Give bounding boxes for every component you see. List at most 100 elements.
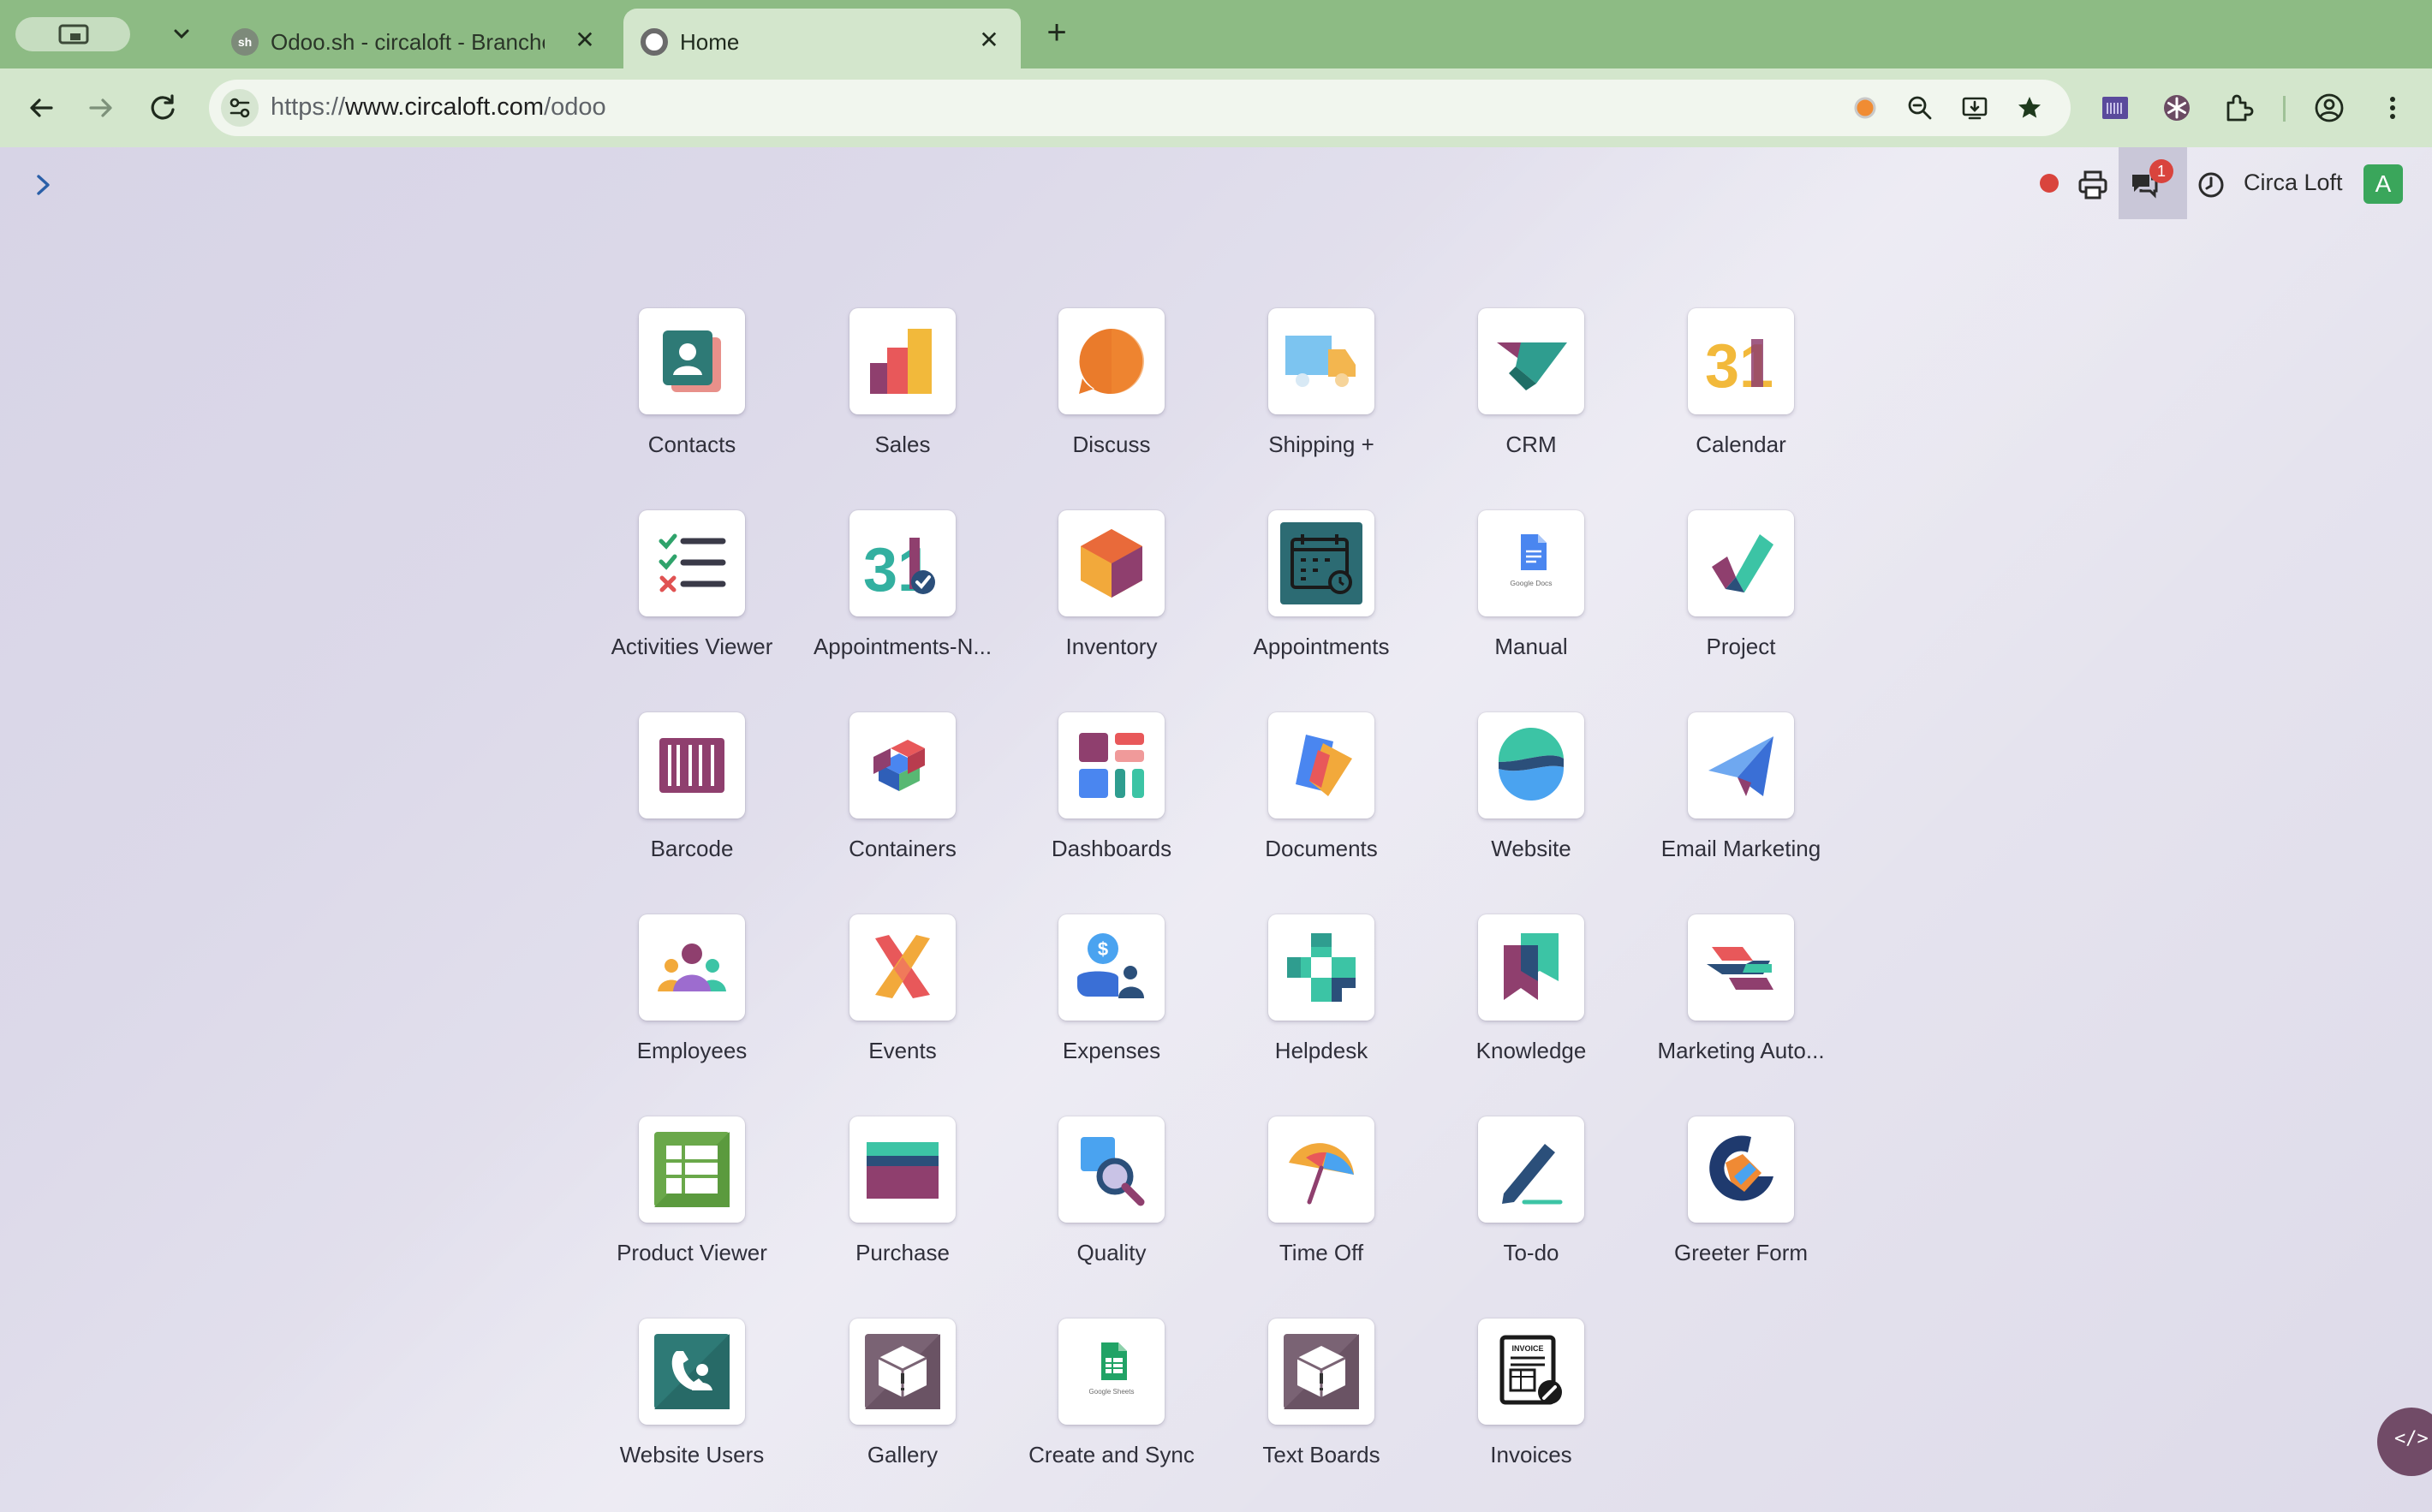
shipping-icon — [1285, 336, 1356, 387]
expenses-icon: $ — [1077, 933, 1144, 998]
app-shipping[interactable]: Shipping + — [1208, 308, 1414, 497]
close-icon[interactable]: ✕ — [572, 27, 598, 53]
app-calendar[interactable]: 31 Calendar — [1628, 308, 1833, 497]
app-label: Inventory — [1065, 634, 1158, 659]
inventory-icon — [1081, 529, 1142, 598]
app-activities-viewer[interactable]: Activities Viewer — [579, 510, 784, 699]
site-info-button[interactable] — [221, 89, 259, 127]
app-tile: $ — [1058, 914, 1165, 1021]
app-label: Activities Viewer — [611, 634, 773, 659]
email-marketing-icon — [1708, 736, 1773, 796]
app-tile — [849, 914, 956, 1021]
app-label: Manual — [1494, 634, 1568, 659]
new-tab-button[interactable]: + — [1040, 15, 1074, 50]
tab-odoo-sh[interactable]: sh Odoo.sh - circaloft - Branche ✕ — [214, 9, 617, 68]
todo-icon — [1502, 1144, 1563, 1205]
tab-search-button[interactable] — [15, 17, 130, 51]
clock-icon[interactable] — [2194, 168, 2228, 202]
app-employees[interactable]: Employees — [579, 914, 784, 1103]
app-documents[interactable]: Documents — [1208, 712, 1414, 901]
app-text-boards[interactable]: Text Boards — [1208, 1319, 1414, 1507]
messaging-menu[interactable] — [2119, 147, 2187, 219]
debug-button[interactable]: </> — [2377, 1408, 2432, 1476]
app-expenses[interactable]: $ Expenses — [998, 914, 1204, 1103]
app-quality[interactable]: Quality — [998, 1116, 1204, 1305]
calendar-number: 31 — [1705, 332, 1773, 401]
app-website[interactable]: Website — [1418, 712, 1624, 901]
app-time-off[interactable]: Time Off — [1208, 1116, 1414, 1305]
app-manual[interactable]: Google Docs Manual — [1418, 510, 1624, 699]
text-boards-icon — [1284, 1334, 1359, 1409]
app-label: Barcode — [650, 836, 734, 861]
app-label: Gallery — [867, 1442, 939, 1467]
app-create-and-sync[interactable]: Google Sheets Create and Sync — [998, 1319, 1204, 1507]
greeter-form-icon — [1709, 1135, 1773, 1201]
app-discuss[interactable]: Discuss — [998, 308, 1204, 497]
address-bar[interactable]: https://www.circaloft.com/odoo — [209, 80, 2071, 136]
time-off-icon — [1289, 1143, 1354, 1205]
invoice-icon: INVOICE — [1499, 1335, 1562, 1405]
app-email-marketing[interactable]: Email Marketing — [1628, 712, 1833, 901]
app-tile — [849, 308, 956, 414]
invoice-caption: INVOICE — [1511, 1344, 1543, 1353]
app-sales[interactable]: Sales — [790, 308, 995, 497]
back-button[interactable] — [22, 89, 60, 127]
app-purchase[interactable]: Purchase — [790, 1116, 995, 1305]
bookmark-star-icon[interactable] — [2016, 94, 2043, 122]
app-containers[interactable]: Containers — [790, 712, 995, 901]
zoom-icon[interactable] — [1906, 94, 1934, 122]
app-inventory[interactable]: Inventory — [998, 510, 1204, 699]
app-todo[interactable]: To-do — [1418, 1116, 1624, 1305]
print-icon[interactable] — [2076, 168, 2110, 202]
tab-title: Home — [680, 29, 740, 55]
extension-purple-icon[interactable] — [2098, 91, 2132, 125]
url-path: /odoo — [544, 93, 606, 121]
app-label: Calendar — [1696, 432, 1786, 457]
app-label: Expenses — [1062, 1038, 1161, 1063]
website-icon — [1498, 727, 1565, 801]
app-events[interactable]: Events — [790, 914, 995, 1103]
app-appointments[interactable]: Appointments — [1208, 510, 1414, 699]
app-appointments-n[interactable]: 31 Appointments-N... — [790, 510, 995, 699]
app-label: Appointments-N... — [813, 634, 992, 659]
app-label: CRM — [1505, 432, 1557, 457]
company-switcher[interactable]: Circa Loft — [2244, 170, 2343, 196]
profile-icon[interactable] — [2312, 91, 2346, 125]
more-menu-icon[interactable] — [2375, 91, 2410, 125]
app-crm[interactable]: CRM — [1418, 308, 1624, 497]
extensions-puzzle-icon[interactable] — [2221, 91, 2256, 125]
extension-status-icon[interactable] — [1851, 94, 1879, 122]
app-knowledge[interactable]: Knowledge — [1418, 914, 1624, 1103]
recording-indicator[interactable] — [2040, 174, 2059, 193]
app-tile — [1058, 712, 1165, 819]
odoo-sh-favicon-icon: sh — [231, 28, 259, 56]
app-barcode[interactable]: Barcode — [579, 712, 784, 901]
app-label: Project — [1706, 634, 1776, 659]
code-icon: </> — [2394, 1428, 2429, 1449]
chevron-right-icon[interactable] — [31, 170, 57, 200]
app-website-users[interactable]: Website Users — [579, 1319, 784, 1507]
tab-home[interactable]: Home ✕ — [623, 9, 1021, 68]
app-contacts[interactable]: Contacts — [579, 308, 784, 497]
tab-list-dropdown[interactable] — [168, 21, 195, 48]
app-dashboards[interactable]: Dashboards — [998, 712, 1204, 901]
app-marketing-automation[interactable]: Marketing Auto... — [1628, 914, 1833, 1103]
app-product-viewer[interactable]: Product Viewer — [579, 1116, 784, 1305]
extension-asterisk-icon[interactable] — [2160, 91, 2194, 125]
app-greeter-form[interactable]: Greeter Form — [1628, 1116, 1833, 1305]
reload-button[interactable] — [144, 89, 182, 127]
app-label: Purchase — [855, 1240, 950, 1265]
app-tile — [639, 1319, 745, 1425]
user-avatar[interactable]: A — [2363, 164, 2403, 204]
install-app-icon[interactable] — [1961, 94, 1988, 122]
app-gallery[interactable]: Gallery — [790, 1319, 995, 1507]
app-helpdesk[interactable]: Helpdesk — [1208, 914, 1414, 1103]
app-label: Helpdesk — [1274, 1038, 1368, 1063]
forward-button[interactable] — [82, 89, 120, 127]
google-sheets-caption: Google Sheets — [1089, 1388, 1135, 1396]
toolbar-divider — [2283, 96, 2286, 122]
app-label: Website Users — [619, 1442, 765, 1467]
app-project[interactable]: Project — [1628, 510, 1833, 699]
close-icon[interactable]: ✕ — [976, 27, 1002, 53]
app-invoices[interactable]: INVOICE Invoices — [1418, 1319, 1624, 1507]
